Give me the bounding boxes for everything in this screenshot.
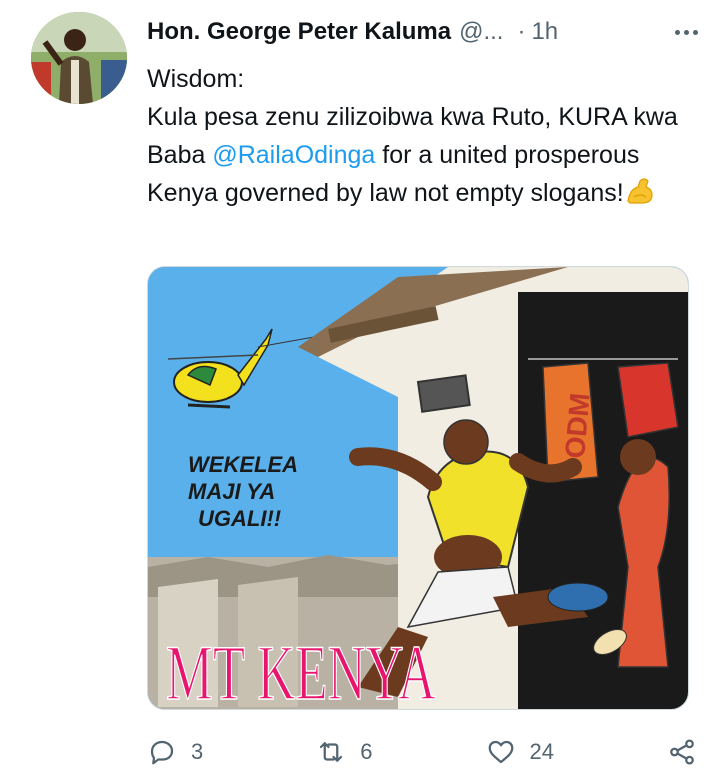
heart-icon [488,740,513,764]
tweet-image[interactable]: ODM WEKELEA MAJI YA UGALI!! MT KENYA [147,266,689,710]
tweet-text-line-1: Wisdom: [147,65,245,93]
cartoon-illustration: ODM WEKELEA MAJI YA UGALI!! MT KENYA [148,267,688,709]
speech-line-2: MAJI YA [188,479,274,504]
odm-shirt-label: ODM [559,392,596,460]
tweet-timestamp[interactable]: 1h [531,18,558,46]
tweet-text-body: Kula pesa zenu zilizoibwa kwa Ruto, KURA… [147,98,707,218]
share-icon [670,739,694,765]
speech-line-3: UGALI!! [198,506,281,531]
author-name[interactable]: Hon. George Peter Kaluma [147,18,451,46]
author-handle[interactable]: @... [459,18,503,46]
speech-line-1: WEKELEA [188,452,297,477]
more-options-icon[interactable] [662,18,698,46]
author-avatar[interactable] [31,12,127,104]
like-count: 24 [529,739,554,764]
retweet-count: 6 [360,739,373,764]
share-button[interactable] [667,737,697,767]
tweet-actions-bar: 3 6 24 [147,730,697,774]
like-button[interactable]: 24 [486,737,554,767]
mention-link[interactable]: @RailaOdinga [212,141,375,169]
reply-count: 3 [191,739,204,764]
reply-button[interactable]: 3 [147,737,203,767]
retweet-icon [320,742,343,762]
mt-kenya-banner: MT KENYA [166,629,436,709]
avatar-photo [31,12,127,104]
retweet-button[interactable]: 6 [316,737,373,767]
tweet-text: Wisdom: Kula pesa zenu zilizoibwa kwa Ru… [147,60,707,218]
tweet-header: Hon. George Peter Kaluma @... · 1h [147,14,698,50]
reply-icon [150,740,174,765]
separator-dot: · [517,18,526,45]
flexed-biceps-icon [624,175,656,218]
